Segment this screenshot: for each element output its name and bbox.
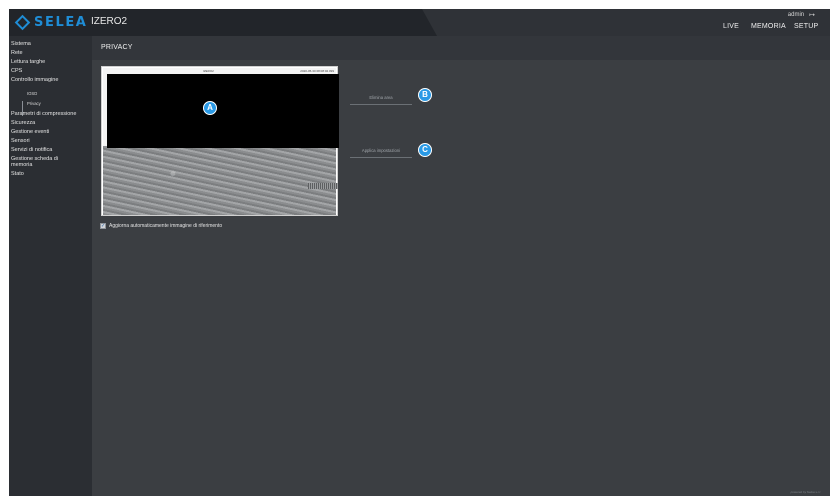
sidebar-item-lettura-targhe[interactable]: Lettura targhe: [11, 59, 45, 65]
device-name: IZERO2: [91, 16, 128, 27]
sidebar-item-controllo-immagine[interactable]: Controllo immagine: [11, 77, 58, 83]
sidebar-item-sistema[interactable]: Sistema: [11, 41, 31, 47]
username: admin: [787, 12, 805, 18]
logout-icon[interactable]: ↦: [809, 11, 815, 19]
drain-grate: [308, 183, 338, 189]
sidebar-item-sensori[interactable]: Sensori: [11, 138, 30, 144]
nav-memoria[interactable]: MEMORIA: [751, 23, 786, 30]
header-right-panel: [422, 9, 830, 36]
selea-logo: SELEA: [14, 12, 88, 32]
delete-area-button[interactable]: Elimina area: [350, 92, 412, 105]
auto-update-label: Aggiorna automaticamente immagine di rif…: [109, 223, 223, 229]
sidebar: Sistema Rete Lettura targhe CPS Controll…: [9, 36, 92, 496]
sidebar-item-gestione-eventi[interactable]: Gestione eventi: [11, 129, 49, 135]
nav-setup[interactable]: SETUP: [794, 23, 818, 30]
sidebar-item-privacy[interactable]: Privacy: [27, 101, 41, 106]
osd-label-left: IZERO2: [203, 69, 214, 73]
sidebar-item-sicurezza[interactable]: Sicurezza: [11, 120, 35, 126]
sidebar-item-rete[interactable]: Rete: [11, 50, 23, 56]
auto-update-checkbox[interactable]: ✓: [100, 223, 106, 229]
apply-settings-button[interactable]: Applica impostazioni: [350, 145, 412, 158]
sidebar-item-parametri-compressione[interactable]: Parametri di compressione: [11, 111, 76, 117]
callout-b: B: [418, 88, 432, 102]
sidebar-item-stato[interactable]: Stato: [11, 171, 24, 177]
osd-timestamp: 2020-05-30 08:08:02.099: [300, 69, 334, 73]
nav-live[interactable]: LIVE: [723, 23, 739, 30]
logo-text: SELEA: [34, 14, 88, 30]
content-header: PRIVACY: [92, 36, 830, 60]
sidebar-item-servizi-notifica[interactable]: Servizi di notifica: [11, 147, 52, 153]
callout-a: A: [203, 101, 217, 115]
sidebar-item-cps[interactable]: CPS: [11, 68, 22, 74]
camera-preview[interactable]: IZERO2 2020-05-30 08:08:02.099: [101, 66, 339, 216]
callout-c: C: [418, 143, 432, 157]
user-menu[interactable]: admin ↦: [788, 11, 815, 19]
sidebar-item-gestione-scheda-cont[interactable]: memoria: [11, 162, 32, 168]
top-header: SELEA IZERO2 admin ↦ LIVE MEMORIA SETUP: [9, 9, 830, 36]
preview-ground: [103, 146, 336, 215]
auto-update-option[interactable]: ✓ Aggiorna automaticamente immagine di r…: [100, 223, 222, 229]
powered-by-text: powered by Selea s.r.l.: [790, 490, 821, 494]
sidebar-item-iosd[interactable]: IOSD: [27, 91, 37, 96]
privacy-mask-area[interactable]: [107, 74, 339, 148]
logo-diamond-icon: [14, 14, 31, 30]
app-window: SELEA IZERO2 admin ↦ LIVE MEMORIA SETUP …: [9, 9, 830, 496]
page-title: PRIVACY: [101, 44, 133, 51]
